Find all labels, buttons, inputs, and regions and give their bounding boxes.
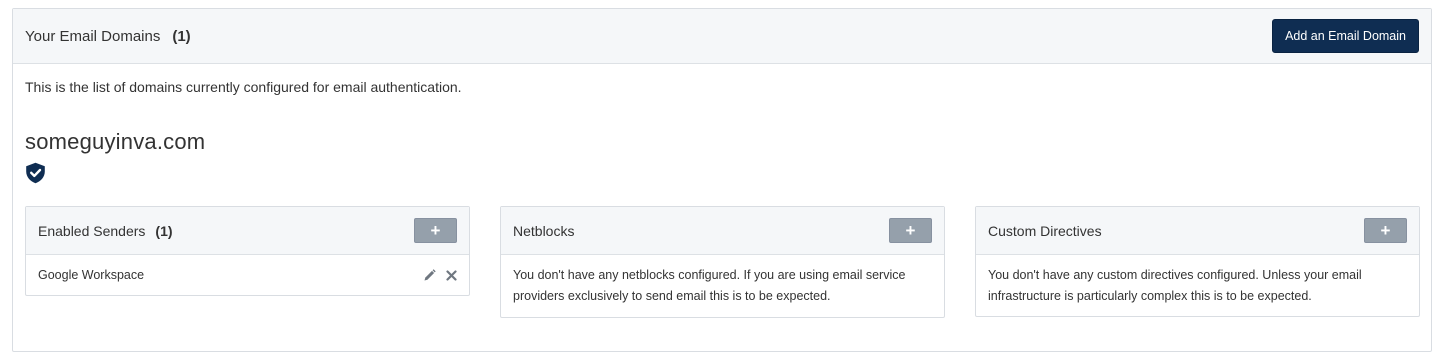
add-netblock-button[interactable]: + xyxy=(889,218,932,243)
panel-header: Your Email Domains (1) Add an Email Domai… xyxy=(13,9,1431,64)
add-email-domain-button[interactable]: Add an Email Domain xyxy=(1272,19,1419,53)
email-domains-panel: Your Email Domains (1) Add an Email Domai… xyxy=(12,8,1432,352)
custom-directives-card: Custom Directives + You don't have any c… xyxy=(975,206,1420,317)
custom-directives-empty-text: You don't have any custom directives con… xyxy=(988,268,1362,303)
netblocks-card: Netblocks + You don't have any netblocks… xyxy=(500,206,945,318)
enabled-senders-header: Enabled Senders (1) + xyxy=(26,207,469,255)
pencil-icon[interactable] xyxy=(423,268,436,282)
close-icon[interactable] xyxy=(446,269,457,281)
sender-name: Google Workspace xyxy=(38,267,145,282)
panel-title-text: Your Email Domains xyxy=(25,27,161,45)
intro-text: This is the list of domains currently co… xyxy=(25,79,462,95)
custom-directives-title: Custom Directives xyxy=(988,222,1102,239)
add-sender-button[interactable]: + xyxy=(414,218,457,243)
list-item: Google Workspace xyxy=(38,265,457,285)
netblocks-title: Netblocks xyxy=(513,222,575,239)
enabled-senders-title-text: Enabled Senders xyxy=(38,222,146,239)
netblocks-header: Netblocks + xyxy=(501,207,944,255)
netblocks-empty-text: You don't have any netblocks configured.… xyxy=(513,268,906,303)
custom-directives-header: Custom Directives + xyxy=(976,207,1419,255)
add-directive-button[interactable]: + xyxy=(1364,218,1407,243)
enabled-senders-list: Google Workspace xyxy=(26,255,469,295)
domain-count: (1) xyxy=(172,27,191,45)
enabled-senders-count: (1) xyxy=(155,222,173,239)
domain-name: someguyinva.com xyxy=(25,129,206,154)
sender-actions xyxy=(423,268,457,282)
shield-check-icon xyxy=(26,162,45,184)
enabled-senders-title: Enabled Senders (1) xyxy=(38,223,173,239)
enabled-senders-card: Enabled Senders (1) + Google Workspace xyxy=(25,206,470,296)
panel-title: Your Email Domains (1) xyxy=(25,28,191,45)
